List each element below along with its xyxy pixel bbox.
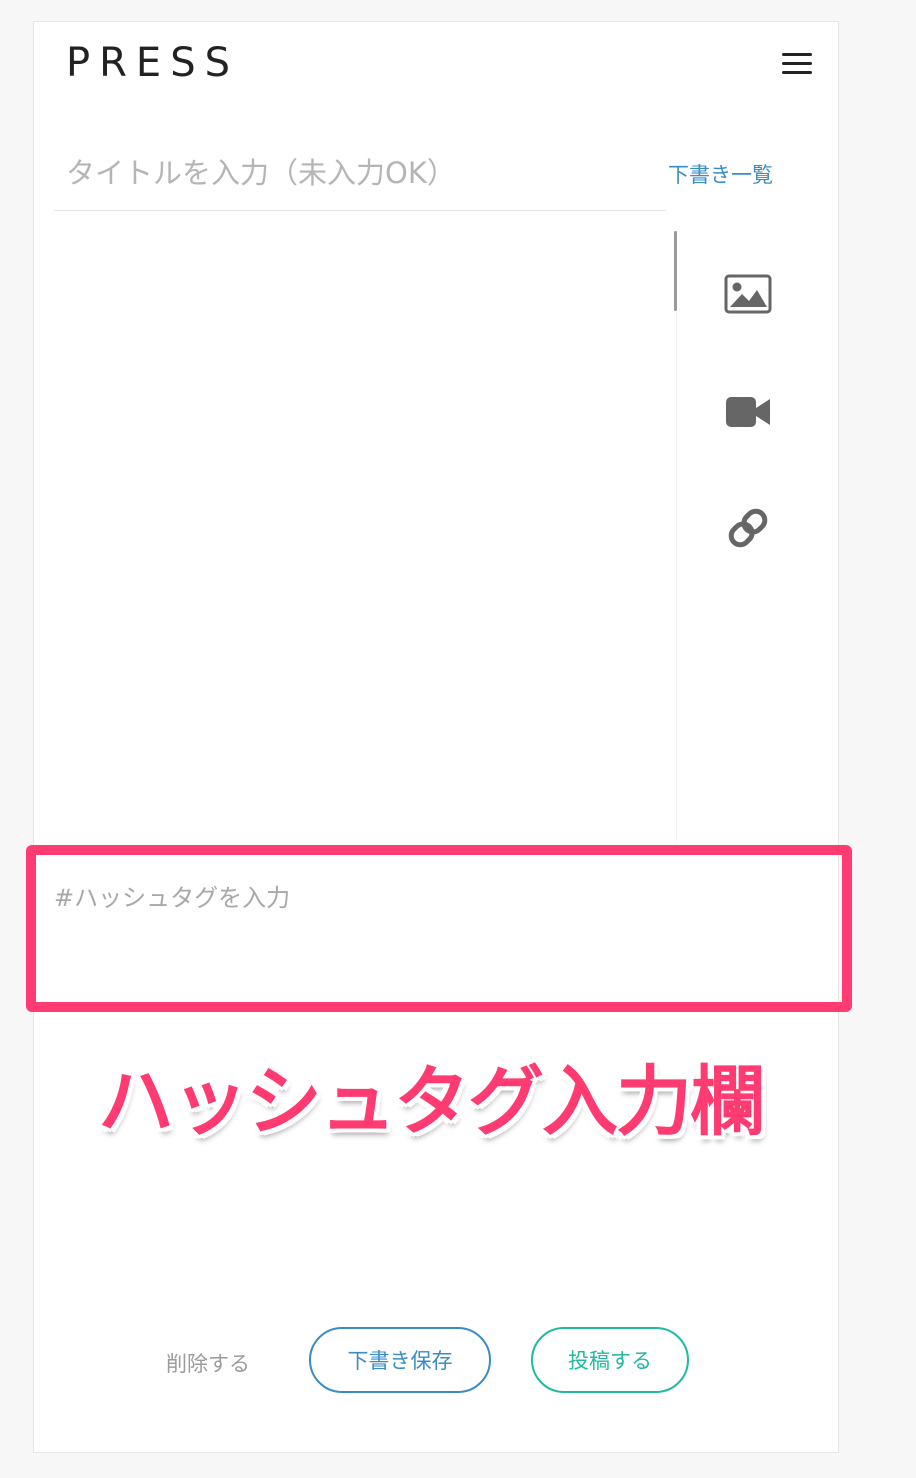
insert-link-button[interactable] <box>724 506 772 550</box>
editor-panel: PRESS 下書き一覧 削除する 下書き保存 <box>33 21 839 1453</box>
hamburger-menu-icon[interactable] <box>782 53 812 75</box>
hashtag-input[interactable] <box>44 860 824 1000</box>
toolbar-divider <box>676 231 677 841</box>
insert-image-button[interactable] <box>724 272 772 316</box>
save-draft-button[interactable]: 下書き保存 <box>309 1327 491 1393</box>
body-editor[interactable] <box>54 230 674 842</box>
delete-button[interactable]: 削除する <box>166 1348 250 1378</box>
image-icon <box>724 274 772 314</box>
drafts-list-link[interactable]: 下書き一覧 <box>668 159 773 189</box>
post-button[interactable]: 投稿する <box>531 1327 689 1393</box>
link-icon <box>728 508 768 548</box>
action-bar: 削除する 下書き保存 投稿する <box>34 1326 840 1398</box>
insert-video-button[interactable] <box>724 390 772 434</box>
title-input[interactable] <box>54 136 666 211</box>
app-logo[interactable]: PRESS <box>66 40 239 86</box>
editor-scrollbar[interactable] <box>674 231 677 311</box>
annotation-label: ハッシュタグ入力欄 <box>98 1057 766 1146</box>
video-camera-icon <box>726 397 770 427</box>
